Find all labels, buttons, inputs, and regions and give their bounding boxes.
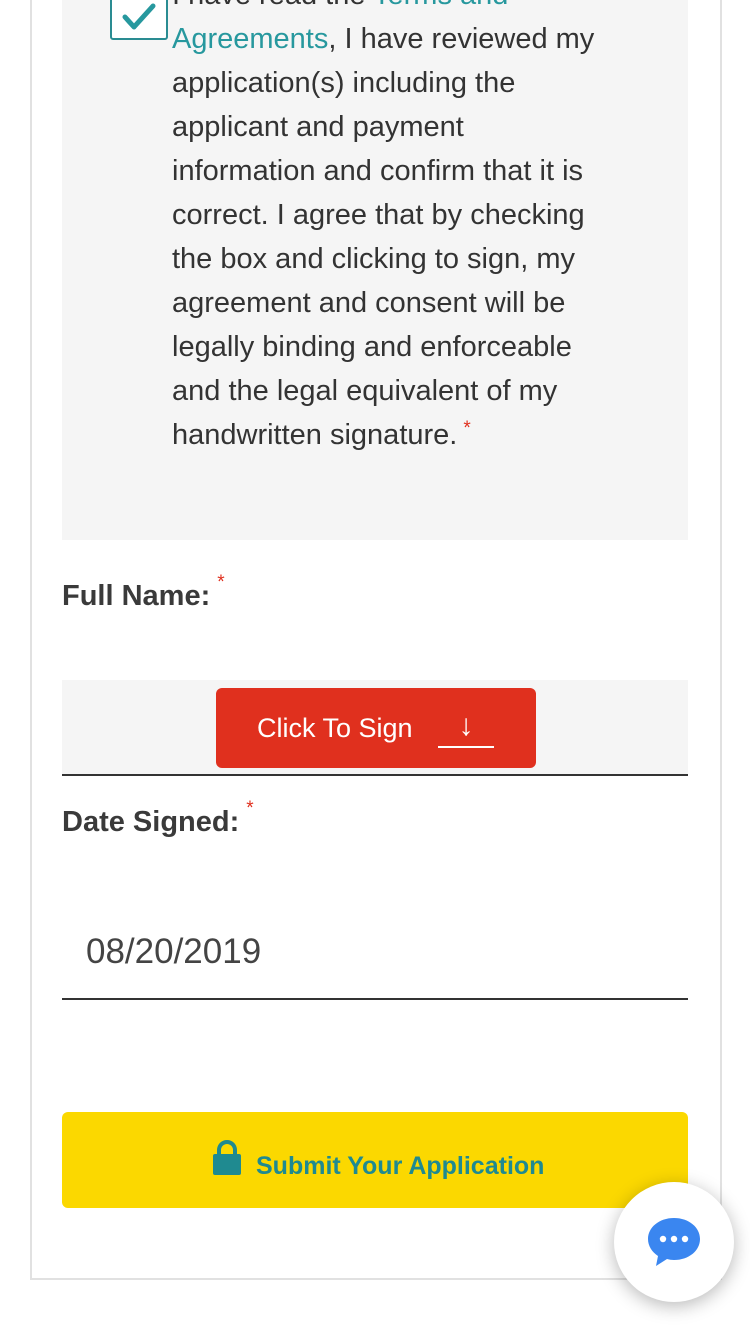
agreement-checkbox[interactable]: [110, 0, 168, 40]
date-signed-label-text: Date Signed:: [62, 806, 240, 838]
agreement-text-before: I have read the: [172, 0, 373, 11]
date-signed-label: Date Signed: *: [62, 798, 254, 839]
date-signed-field[interactable]: 08/20/2019: [62, 900, 688, 1000]
required-asterisk: *: [463, 418, 471, 439]
submit-application-button[interactable]: Submit Your Application: [62, 1112, 688, 1208]
chat-button[interactable]: [614, 1182, 734, 1302]
click-to-sign-button[interactable]: Click To Sign ↓: [216, 688, 536, 768]
signature-field: Click To Sign ↓: [62, 680, 688, 776]
full-name-label: Full Name: *: [62, 572, 225, 613]
checkmark-icon: [122, 3, 156, 30]
full-name-label-text: Full Name:: [62, 580, 211, 612]
chat-bubble-icon: [648, 1218, 700, 1266]
arrow-down-icon: ↓: [438, 688, 494, 748]
required-asterisk: *: [246, 798, 254, 819]
agreement-text: I have read the Terms and Agreements, I …: [172, 0, 612, 457]
lock-icon: [213, 1140, 241, 1175]
click-to-sign-label: Click To Sign: [257, 713, 413, 743]
required-asterisk: *: [217, 572, 225, 593]
agreement-text-after: , I have reviewed my application(s) incl…: [172, 23, 595, 451]
submit-application-label: Submit Your Application: [256, 1152, 545, 1180]
